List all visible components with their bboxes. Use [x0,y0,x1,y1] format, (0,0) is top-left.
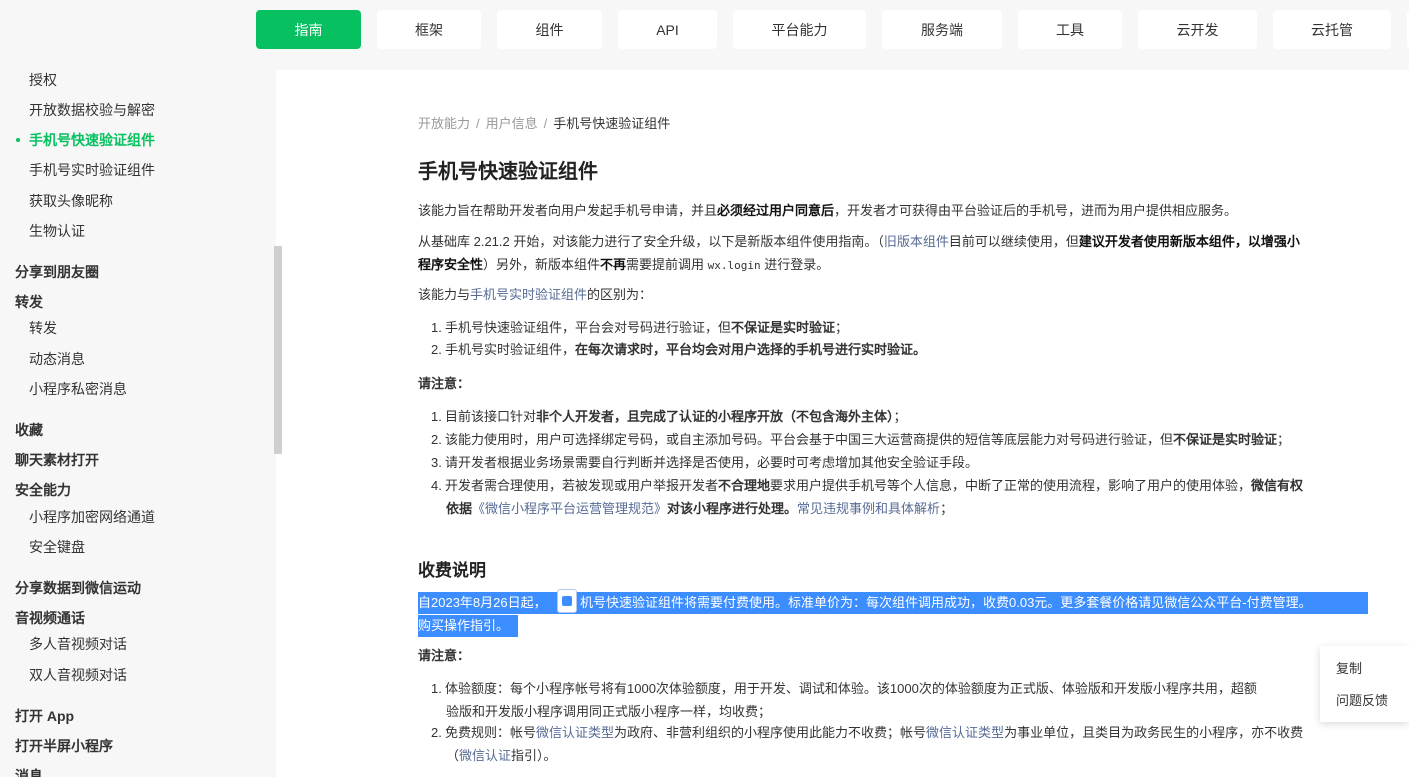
sidebar-item-phone-quick-verify[interactable]: 手机号快速验证组件 [0,130,270,150]
tab-server[interactable]: 服务端 [882,10,1002,49]
sidebar-scrollbar[interactable] [274,246,282,454]
code-snippet: wx.login [707,259,761,272]
sidebar-item-open-data-decrypt[interactable]: 开放数据校验与解密 [0,100,270,120]
tab-framework[interactable]: 框架 [377,10,481,49]
tab-platform-capability[interactable]: 平台能力 [733,10,866,49]
sidebar-item-phone-realtime-verify[interactable]: 手机号实时验证组件 [0,160,270,180]
realtime-verify-link[interactable]: 手机号实时验证组件 [470,287,587,302]
diff-paragraph: 该能力与手机号实时验证组件的区别为： [418,287,653,302]
sidebar-group-forward[interactable]: 转发 [0,292,270,312]
intro-paragraph: 该能力旨在帮助开发者向用户发起手机号申请，并且必须经过用户同意后，开发者才可获得… [418,203,1238,218]
list-item: 1. 手机号快速验证组件，平台会对号码进行验证，但不保证是实时验证； [431,320,849,335]
sidebar-item-biometric[interactable]: 生物认证 [0,221,270,241]
active-dot-icon [16,138,20,142]
violation-examples-link[interactable]: 常见违规事例和具体解析 [797,501,940,516]
old-version-link[interactable]: 旧版本组件 [884,234,949,249]
sidebar-group-share-moments[interactable]: 分享到朋友圈 [0,262,270,282]
copy-menu-item[interactable]: 复制 [1336,658,1362,677]
page-title: 手机号快速验证组件 [418,161,598,183]
list-item: 2. 手机号实时验证组件，在每次请求时，平台均会对用户选择的手机号进行实时验证。 [431,342,927,357]
sidebar-item-forward[interactable]: 转发 [0,318,270,338]
breadcrumb-current: 手机号快速验证组件 [553,116,671,131]
fee-line-start: 自2023年8月26日起， [418,595,547,610]
feedback-menu-item[interactable]: 问题反馈 [1336,690,1388,709]
sidebar-item-authorize[interactable]: 授权 [0,70,270,90]
sidebar-group-open-app[interactable]: 打开 App [0,706,270,726]
list-item: 3. 请开发者根据业务场景需要自行判断并选择是否使用，必要时可考虑增加其他安全验证… [431,455,979,470]
list-item: 1. 目前该接口针对非个人开发者，且完成了认证的小程序开放（不包含海外主体）； [431,409,907,424]
sidebar-item-multi-call[interactable]: 多人音视频对话 [0,634,270,654]
sidebar-item-dynamic-message[interactable]: 动态消息 [0,349,270,369]
list-item: 1. 体验额度：每个小程序帐号将有1000次体验额度，用于开发、调试和体验。该10… [431,681,1257,719]
note-label: 请注意： [418,376,471,391]
fee-line-rest: 机号快速验证组件将需要付费使用。标准单价为：每次组件调用成功，收费0.03元。更… [580,595,1312,610]
sidebar-group-half-screen[interactable]: 打开半屏小程序 [0,736,270,756]
sidebar-item-secure-keyboard[interactable]: 安全键盘 [0,537,270,557]
tab-cloud-hosting[interactable]: 云托管 [1273,10,1391,49]
top-nav-bar: 指南 框架 组件 API 平台能力 服务端 工具 云开发 云托管 [0,0,1409,70]
list-item: 4. 开发者需合理使用，若被发现或用户举报开发者不合理地要求用户提供手机号等个人信… [431,478,1304,516]
breadcrumb-link[interactable]: 用户信息 [486,116,538,131]
fee-line-2: 购买操作指引。 [418,618,510,633]
sidebar-item-private-message[interactable]: 小程序私密消息 [0,379,270,399]
upgrade-paragraph: 从基础库 2.21.2 开始，对该能力进行了安全升级，以下是新版本组件使用指南。… [418,234,1300,272]
translate-icon[interactable] [557,589,577,613]
cert-type-link[interactable]: 微信认证类型 [926,725,1004,740]
tab-cloud-dev[interactable]: 云开发 [1138,10,1257,49]
context-menu: 复制 问题反馈 [1320,646,1409,722]
sidebar: 授权 开放数据校验与解密 手机号快速验证组件 手机号实时验证组件 获取头像昵称 … [0,70,276,777]
sidebar-group-av-call[interactable]: 音视频通话 [0,608,270,628]
list-item: 2. 该能力使用时，用户可选择绑定号码，或自主添加号码。平台会基于中国三大运营商提… [431,432,1291,447]
breadcrumb-separator: / [476,116,480,131]
sidebar-group-message[interactable]: 消息 [0,766,270,777]
sidebar-group-chat-material[interactable]: 聊天素材打开 [0,450,270,470]
sidebar-group-security[interactable]: 安全能力 [0,480,270,500]
list-item: 2. 免费规则：帐号微信认证类型为政府、非营利组织的小程序使用此能力不收费；帐号微… [431,725,1304,763]
cert-guide-link[interactable]: 微信认证 [459,748,511,763]
tab-guide[interactable]: 指南 [256,10,361,49]
tab-api[interactable]: API [618,10,717,49]
tab-components[interactable]: 组件 [497,10,602,49]
ops-rules-link[interactable]: 《微信小程序平台运营管理规范》 [472,501,667,516]
sidebar-group-favorite[interactable]: 收藏 [0,420,270,440]
sidebar-item-label: 手机号快速验证组件 [29,132,155,148]
breadcrumb-link[interactable]: 开放能力 [418,116,470,131]
sidebar-item-encrypted-channel[interactable]: 小程序加密网络通道 [0,507,270,527]
fee-section-title: 收费说明 [418,561,486,580]
sidebar-item-avatar-nickname[interactable]: 获取头像昵称 [0,191,270,211]
breadcrumb: 开放能力 / 用户信息 / 手机号快速验证组件 [418,113,670,132]
sidebar-group-werun[interactable]: 分享数据到微信运动 [0,578,270,598]
tab-tools[interactable]: 工具 [1018,10,1122,49]
sidebar-item-two-person-call[interactable]: 双人音视频对话 [0,665,270,685]
breadcrumb-separator: / [543,116,548,131]
cert-type-link[interactable]: 微信认证类型 [536,725,614,740]
note-label-2: 请注意： [418,648,471,663]
